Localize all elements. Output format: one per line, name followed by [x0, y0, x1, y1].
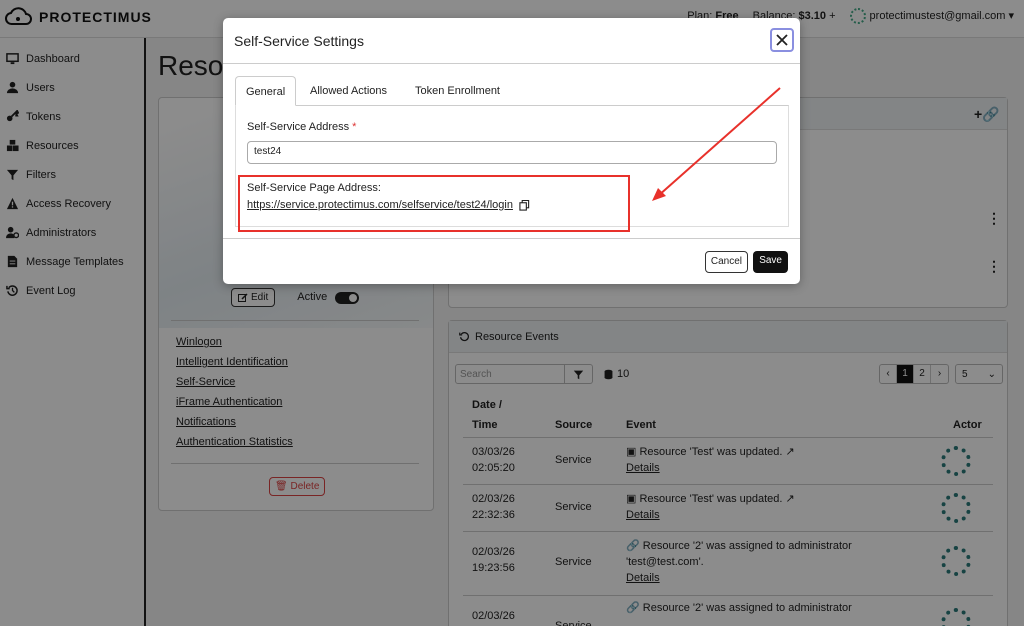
- self-service-address-input[interactable]: test24: [247, 141, 777, 164]
- tab-token-enrollment[interactable]: Token Enrollment: [405, 76, 510, 106]
- self-service-settings-dialog: Self-Service Settings General Allowed Ac…: [223, 18, 800, 284]
- required-mark: *: [352, 121, 357, 133]
- close-icon: [776, 34, 788, 46]
- address-label: Self-Service Address *: [247, 121, 357, 133]
- modal-title: Self-Service Settings: [234, 33, 364, 49]
- modal-header: Self-Service Settings: [223, 18, 800, 64]
- annotation-highlight-box: [238, 175, 630, 232]
- tab-allowed-actions[interactable]: Allowed Actions: [300, 76, 397, 106]
- modal-footer: Cancel Save: [223, 238, 800, 284]
- close-button[interactable]: [770, 28, 794, 52]
- save-button[interactable]: Save: [753, 251, 788, 273]
- cancel-button[interactable]: Cancel: [704, 251, 748, 273]
- settings-tabs: General Allowed Actions Token Enrollment: [235, 76, 789, 106]
- tab-general[interactable]: General: [235, 76, 297, 106]
